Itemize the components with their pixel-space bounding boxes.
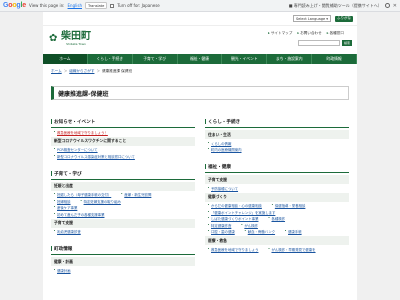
util-link-windows[interactable]: 各種窓口	[327, 31, 344, 36]
gear-icon[interactable]	[384, 3, 390, 8]
nav-facilities[interactable]: まち・施設案内	[267, 54, 313, 64]
health-subheading: 健康づくり	[205, 192, 349, 202]
list-item[interactable]: 新型コロナウイルス感染症対策と相談窓口について	[51, 152, 195, 158]
left-column: お知らせ・イベント 救急医療を地域で守りましょう！ 新型コロナウイルスワクチンに…	[51, 117, 195, 283]
close-icon[interactable]: ✕	[393, 3, 397, 9]
gov-heading: 町政情報	[51, 244, 195, 255]
life-heading: くらし・手続き	[205, 117, 349, 128]
welfare-heading: 福祉・健康	[205, 162, 349, 173]
logo-en: Shibata Town	[66, 42, 86, 46]
list-item[interactable]: 予防接種について	[205, 184, 349, 190]
nav-government[interactable]: 町政情報	[312, 54, 358, 64]
nav-home[interactable]: ホーム	[43, 54, 88, 64]
search-input[interactable]	[298, 40, 340, 46]
utility-links: サイトマップ お問い合わせ 各種窓口	[268, 31, 344, 36]
welfare-child-subheading: 子育て支援	[205, 175, 349, 184]
breadcrumb: ホーム ＞ 組織からさがす ＞ 健康推進課 保健班	[51, 68, 132, 74]
nav-tourism[interactable]: 観光・イベント	[222, 54, 268, 64]
list-item[interactable]: 初めて産んだ子の各種支援事業	[51, 210, 195, 216]
list-item[interactable]: 町内の医療機関案内	[205, 146, 349, 152]
list-item[interactable]: 救急医療を地域で守りましょう	[205, 245, 261, 251]
gov-card: 町政情報 健康・計画 健康計画	[51, 244, 195, 273]
nav-life[interactable]: くらし・手続き	[88, 54, 133, 64]
content-columns: お知らせ・イベント 救急医療を地域で守りましょう！ 新型コロナウイルスワクチンに…	[43, 117, 357, 283]
health-plan-subheading: 健康・計画	[51, 257, 195, 266]
global-nav: ホーム くらし・手続き 子育て・学び 福祉・健康 観光・イベント まち・施設案内…	[43, 54, 358, 64]
view-page-label: View this page in:	[28, 3, 65, 8]
logo-name: 柴田町	[61, 31, 91, 42]
nav-child[interactable]: 子育て・学び	[133, 54, 178, 64]
site-search: 検索	[298, 40, 352, 46]
list-item[interactable]: 口腔・歯の健康	[205, 228, 238, 234]
town-emblem-icon: ✿	[49, 33, 58, 44]
turn-off-checkbox[interactable]	[110, 3, 115, 8]
util-link-sitemap[interactable]: サイトマップ	[268, 31, 293, 36]
search-button[interactable]: 検索	[342, 40, 352, 46]
list-item[interactable]: 救急医療を地域で守りましょう！	[51, 128, 195, 134]
child-support-subheading: 子育て支援	[51, 218, 195, 228]
crumb-current: 健康推進課 保健班	[102, 68, 132, 73]
language-link[interactable]: English	[68, 3, 82, 8]
list-item[interactable]: 各種検診	[265, 215, 288, 221]
news-card: お知らせ・イベント 救急医療を地域で守りましょう！ 新型コロナウイルスワクチンに…	[51, 117, 195, 159]
crumb-org[interactable]: 組織からさがす	[69, 69, 94, 74]
life-card: くらし・手続き 住まい・生活 くらしの情報 町内の医療機関案内	[205, 117, 349, 152]
pregnancy-subheading: 妊娠と出産	[51, 181, 195, 191]
top-strip: Select Language ▾ ふりがな	[43, 12, 357, 26]
page-title: 健康推進課-保健班	[58, 90, 109, 98]
google-logo: Google	[3, 2, 26, 9]
crumb-home[interactable]: ホーム	[51, 69, 62, 74]
news-heading: お知らせ・イベント	[51, 117, 195, 128]
assist-tool-link[interactable]: ■ 専門読み上げ・閲覧補助ツール（提携サイトへ）	[289, 3, 382, 9]
covid-subheading: 新型コロナウイルスワクチンに関すること	[51, 136, 195, 146]
list-item[interactable]: がん検診・早期発見で健康を	[265, 245, 318, 251]
list-item[interactable]: 健康計画	[51, 266, 195, 272]
nav-welfare[interactable]: 福祉・健康	[178, 54, 223, 64]
language-select[interactable]: Select Language ▾	[292, 15, 331, 22]
page-title-box: 健康推進課-保健班	[51, 86, 349, 100]
medical-subheading: 医療・救急	[205, 236, 349, 245]
housing-subheading: 住まい・生活	[205, 130, 349, 139]
site-logo[interactable]: ✿ 柴田町 Shibata Town	[49, 31, 91, 47]
util-link-contact[interactable]: お問い合わせ	[297, 31, 322, 36]
turn-off-label: Turn off for: Japanese	[117, 3, 160, 8]
list-item[interactable]: 健康手帳	[282, 228, 305, 234]
translate-button[interactable]: Translate	[84, 2, 108, 9]
furigana-button[interactable]: ふりがな	[335, 15, 353, 22]
site-header: ✿ 柴田町 Shibata Town サイトマップ お問い合わせ 各種窓口 検索	[43, 26, 357, 54]
list-item[interactable]: 献血・骨髄バンク	[242, 228, 278, 234]
child-heading: 子育て・学び	[51, 169, 195, 180]
translate-bar: Google View this page in: English Transl…	[0, 0, 400, 12]
list-item[interactable]: 乳幼児健康診査	[51, 228, 195, 234]
welfare-card: 福祉・健康 子育て支援 予防接種について 健康づくり からだの健康相談・心の健康…	[205, 162, 349, 252]
child-card: 子育て・学び 妊娠と出産 妊娠したら（母子健康手帳の交付） 産婦・新生児訪問 妊…	[51, 169, 195, 234]
right-column: くらし・手続き 住まい・生活 くらしの情報 町内の医療機関案内 福祉・健康 子育…	[205, 117, 349, 283]
